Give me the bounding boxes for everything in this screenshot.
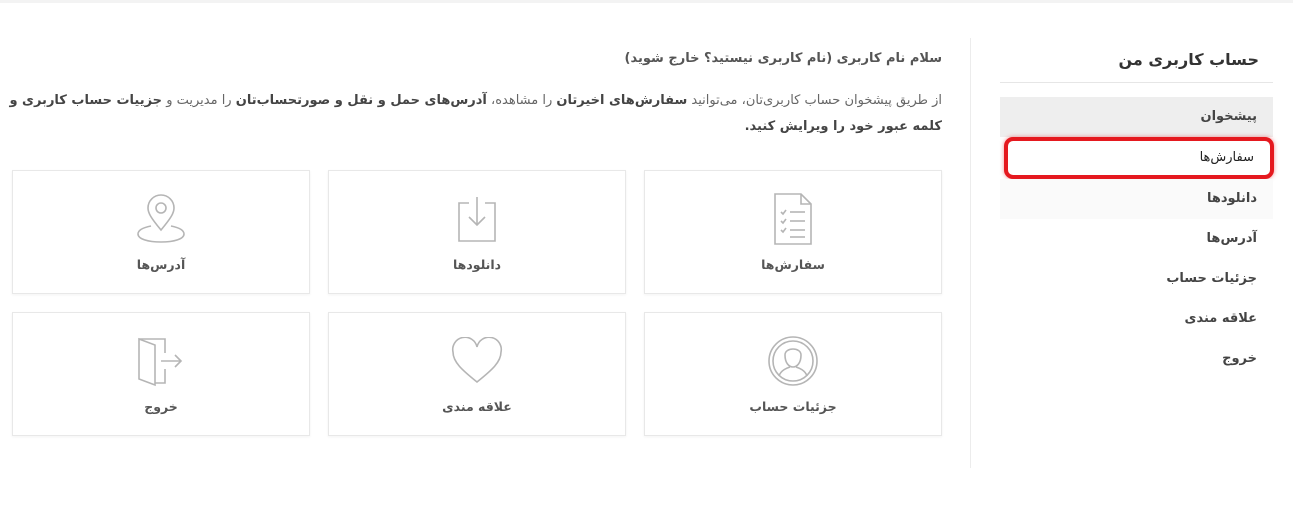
tile-wishlist-label: علاقه مندی <box>442 399 512 414</box>
tile-downloads[interactable]: دانلودها <box>328 170 626 294</box>
heart-icon <box>449 333 505 389</box>
user-icon <box>765 333 821 389</box>
dashboard-tiles: سفارش‌ها دانلودها آدرس‌ها <box>10 170 942 436</box>
sidebar-item-wishlist[interactable]: علاقه مندی <box>1000 299 1273 339</box>
intro-text-1: از طریق پیشخوان حساب کاربری‌تان، می‌توان… <box>687 93 942 108</box>
column-divider <box>970 38 971 468</box>
top-divider <box>0 0 1293 3</box>
logout-door-icon <box>133 333 189 389</box>
tile-logout[interactable]: خروج <box>12 312 310 436</box>
sidebar-item-downloads[interactable]: دانلودها <box>1000 179 1273 219</box>
sidebar-item-addresses[interactable]: آدرس‌ها <box>1000 219 1273 259</box>
sidebar-item-dashboard[interactable]: پیشخوان <box>1000 97 1273 137</box>
intro-text-3: را مدیریت و <box>162 93 236 108</box>
tile-wishlist[interactable]: علاقه مندی <box>328 312 626 436</box>
dashboard-content: سلام نام کاربری (نام کاربری نیستید؟ خارج… <box>4 44 942 436</box>
account-sidebar: حساب کاربری من پیشخوان سفارش‌ها دانلودها… <box>1000 38 1274 379</box>
sidebar-item-logout[interactable]: خروج <box>1000 339 1273 379</box>
greeting-text: سلام نام کاربری (نام کاربری نیستید؟ خارج… <box>4 44 942 74</box>
tile-orders-label: سفارش‌ها <box>761 257 825 272</box>
addresses-link[interactable]: آدرس‌های حمل و نقل و صورتحساب‌تان <box>236 93 487 108</box>
sidebar-title: حساب کاربری من <box>1000 38 1273 83</box>
tile-addresses[interactable]: آدرس‌ها <box>12 170 310 294</box>
tile-logout-label: خروج <box>144 399 178 414</box>
recent-orders-link[interactable]: سفارش‌های اخیرتان <box>556 93 687 108</box>
tile-addresses-label: آدرس‌ها <box>136 257 186 272</box>
account-nav: پیشخوان سفارش‌ها دانلودها آدرس‌ها جزئیات… <box>1000 97 1274 379</box>
tile-account-details[interactable]: جزئیات حساب <box>644 312 942 436</box>
document-list-icon <box>765 191 821 247</box>
sidebar-item-orders[interactable]: سفارش‌ها <box>1004 137 1274 179</box>
tile-orders[interactable]: سفارش‌ها <box>644 170 942 294</box>
intro-text-2: را مشاهده، <box>486 93 557 108</box>
tile-downloads-label: دانلودها <box>452 257 502 272</box>
tile-account-details-label: جزئیات حساب <box>749 399 837 414</box>
intro-paragraph: از طریق پیشخوان حساب کاربری‌تان، می‌توان… <box>4 88 942 140</box>
sidebar-item-account-details[interactable]: جزئیات حساب <box>1000 259 1273 299</box>
download-icon <box>449 191 505 247</box>
map-pin-icon <box>133 191 189 247</box>
greeting-label: سلام نام کاربری (نام کاربری نیستید؟ خارج… <box>624 51 942 66</box>
